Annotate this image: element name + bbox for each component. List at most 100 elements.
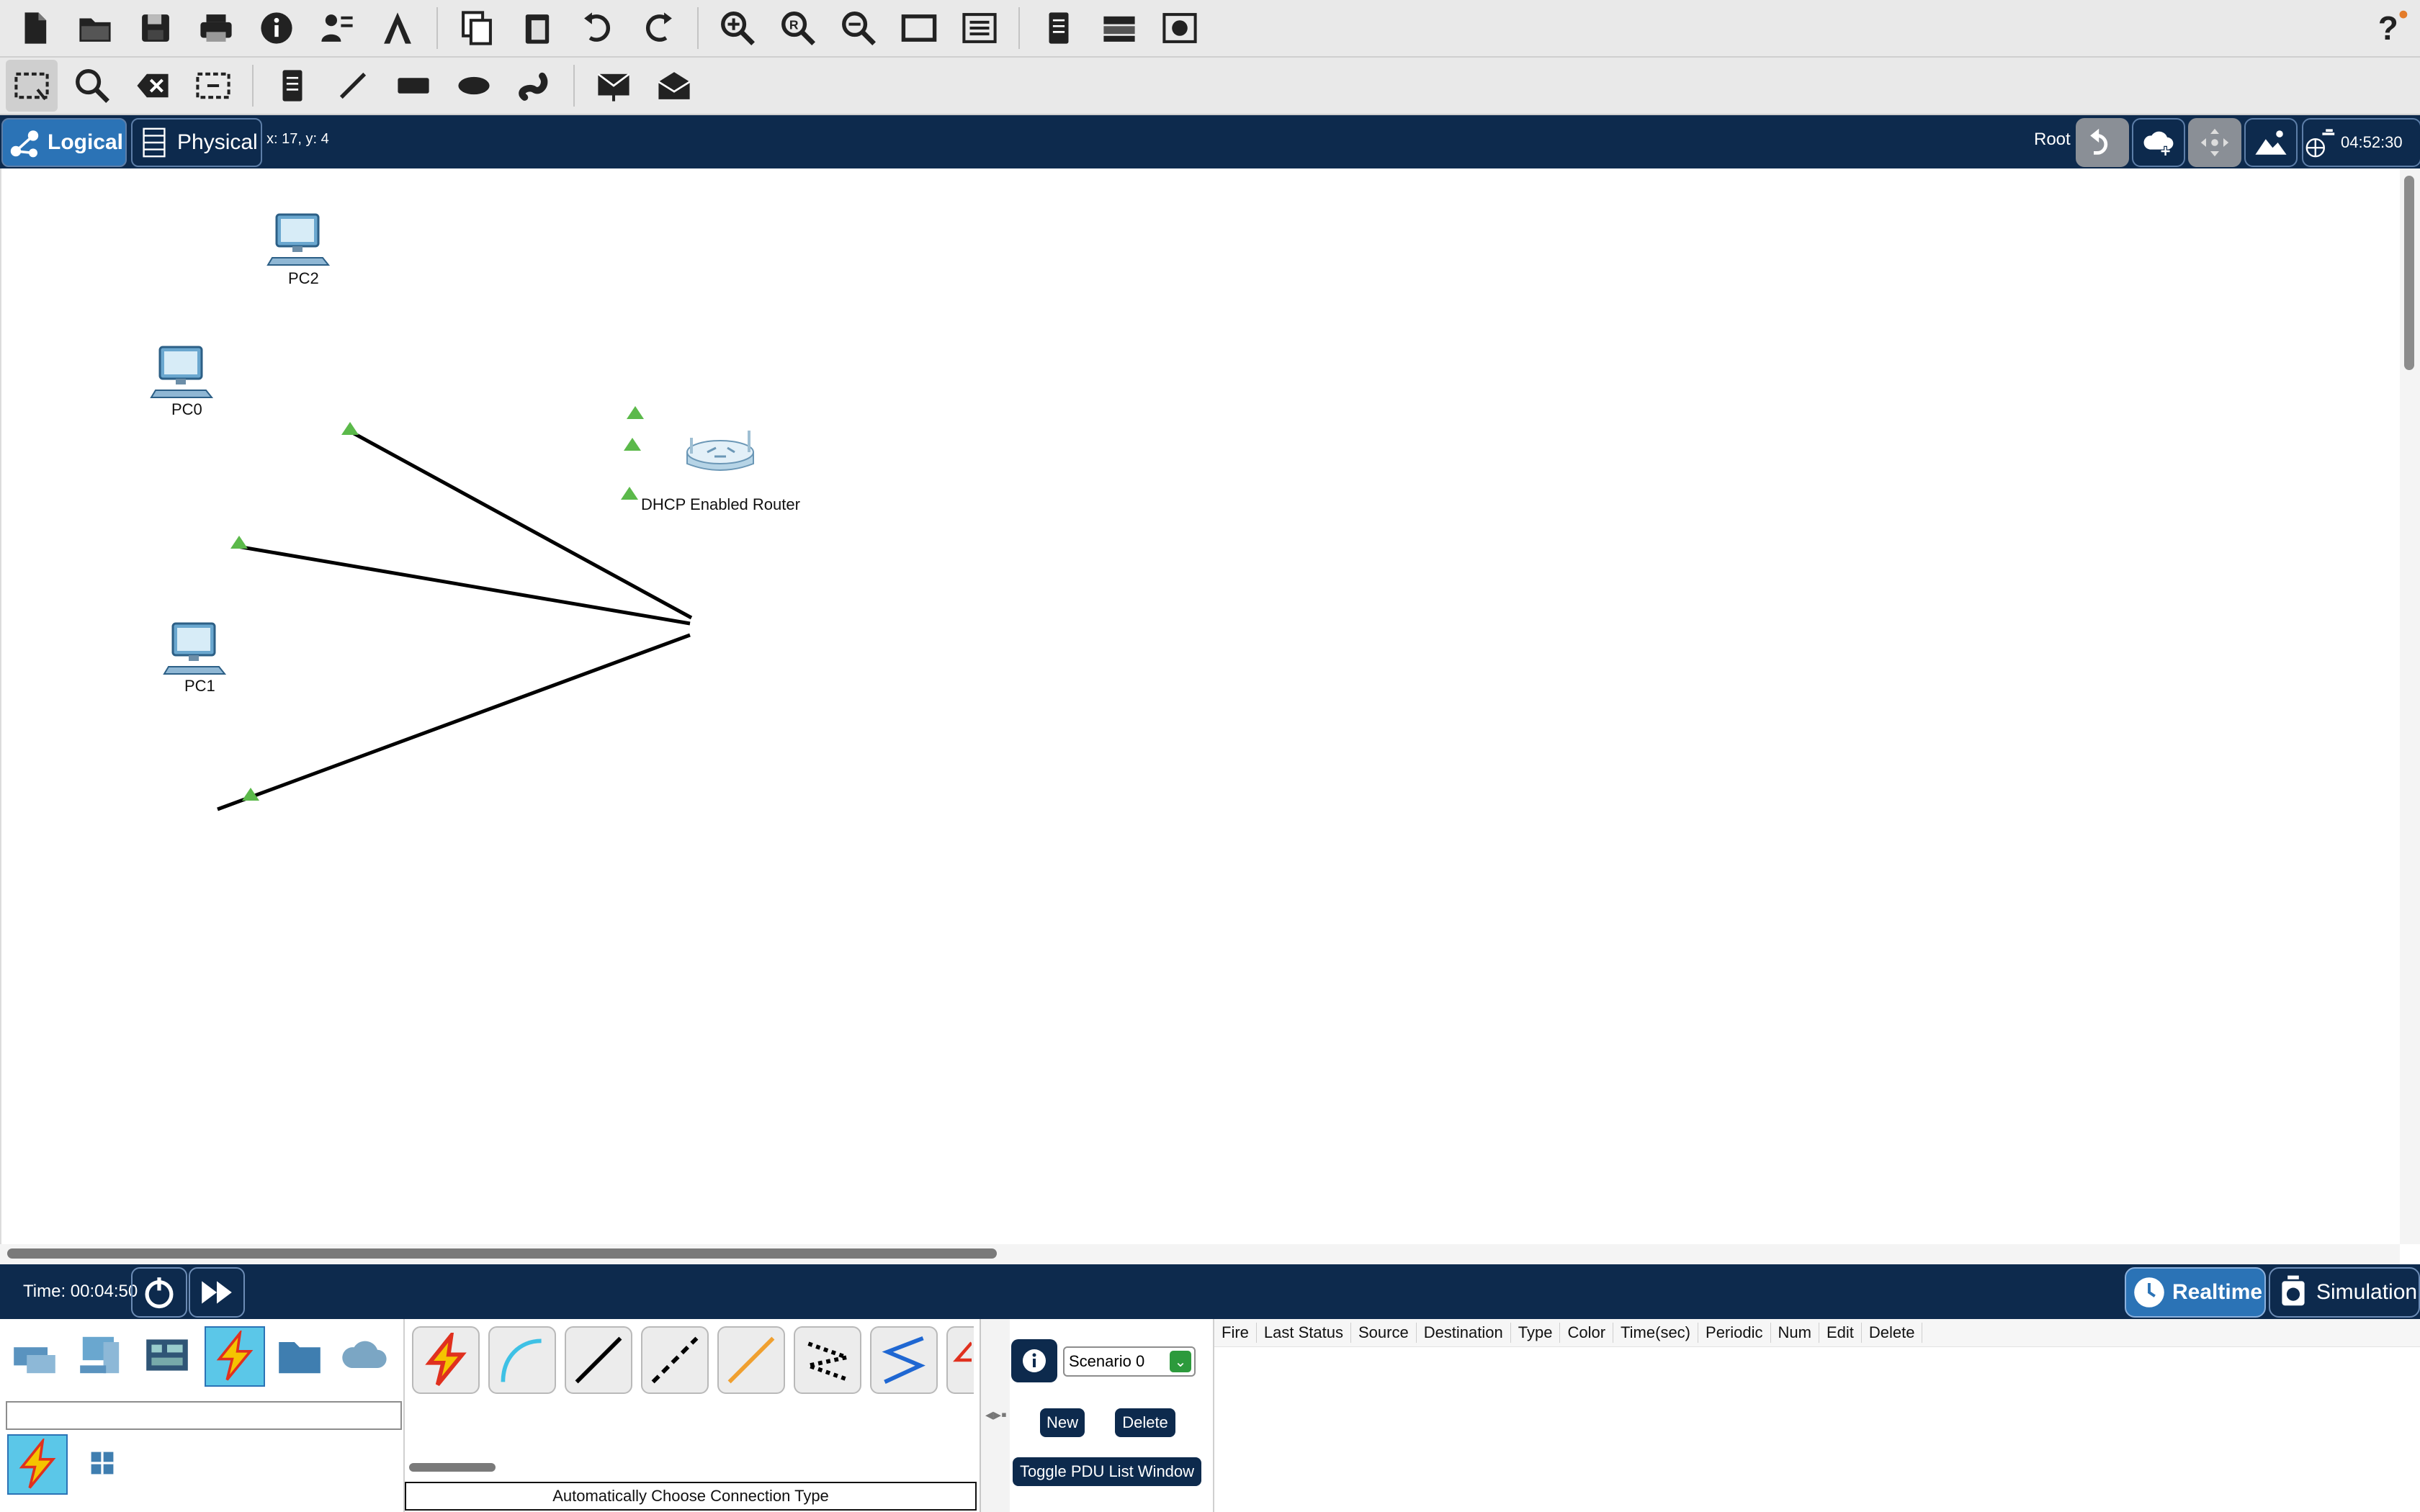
- redo-icon[interactable]: [632, 2, 684, 54]
- simulation-mode-button[interactable]: Simulation: [2269, 1267, 2420, 1318]
- new-file-icon[interactable]: [9, 2, 60, 54]
- pdu-column-periodic[interactable]: Periodic: [1698, 1323, 1771, 1343]
- router-device-icon[interactable]: [686, 431, 754, 471]
- link-pc0-router[interactable]: [233, 544, 691, 626]
- pc0-device-icon[interactable]: [150, 346, 214, 398]
- auto-connection-button[interactable]: [412, 1326, 480, 1394]
- delete-scenario-button[interactable]: Delete: [1115, 1408, 1175, 1437]
- new-cluster-button[interactable]: [2132, 118, 2185, 167]
- zoom-out-icon[interactable]: [833, 2, 884, 54]
- simulation-time: Time: 00:04:50: [23, 1282, 138, 1301]
- power-cycle-devices-button[interactable]: [131, 1267, 187, 1318]
- add-complex-pdu-icon[interactable]: [648, 60, 700, 112]
- pdu-column-delete[interactable]: Delete: [1862, 1323, 1923, 1343]
- drawing-palette-icon[interactable]: [893, 2, 945, 54]
- move-object-button[interactable]: [2188, 118, 2241, 167]
- custom-devices-dialog-icon[interactable]: [954, 2, 1005, 54]
- miscellaneous-category[interactable]: [271, 1326, 328, 1384]
- delete-icon[interactable]: [127, 60, 179, 112]
- pdu-column-last-status[interactable]: Last Status: [1257, 1323, 1351, 1343]
- paste-icon[interactable]: [511, 2, 563, 54]
- scenario-info-button[interactable]: [1011, 1339, 1057, 1382]
- select-icon[interactable]: [6, 60, 58, 112]
- copper-cross-over-button[interactable]: [641, 1326, 709, 1394]
- phone-cable-button[interactable]: [794, 1326, 861, 1394]
- link-pc1-router[interactable]: [217, 633, 691, 811]
- help-icon[interactable]: ?: [2364, 2, 2416, 54]
- connections-subcategory[interactable]: [7, 1434, 68, 1495]
- pdu-column-edit[interactable]: Edit: [1819, 1323, 1862, 1343]
- set-background-button[interactable]: [2244, 118, 2298, 167]
- physical-tab[interactable]: Physical: [131, 118, 262, 167]
- root-label: Root: [2034, 130, 2071, 149]
- viewport-clock[interactable]: 04:52:30: [2302, 118, 2420, 167]
- scenario-select[interactable]: Scenario 0 ⌄: [1063, 1346, 1196, 1377]
- pdu-column-type[interactable]: Type: [1511, 1323, 1561, 1343]
- resize-icon[interactable]: [187, 60, 239, 112]
- pdu-column-fire[interactable]: Fire: [1214, 1323, 1257, 1343]
- zoom-reset-icon[interactable]: R: [772, 2, 824, 54]
- fast-forward-button[interactable]: [189, 1267, 245, 1318]
- pdu-column-time[interactable]: Time(sec): [1613, 1323, 1699, 1343]
- image-icon[interactable]: [1154, 2, 1206, 54]
- add-simple-pdu-icon[interactable]: [588, 60, 640, 112]
- back-button[interactable]: [2076, 118, 2129, 167]
- toggle-pdu-list-button[interactable]: Toggle PDU List Window: [1013, 1457, 1201, 1486]
- horizontal-scroll-thumb[interactable]: [7, 1248, 997, 1259]
- undo-icon[interactable]: [572, 2, 624, 54]
- phone-cable-icon: [801, 1341, 854, 1382]
- chevron-down-icon: ⌄: [1170, 1351, 1191, 1372]
- cross-over-cable-icon: [651, 1336, 699, 1384]
- multiuser-connection-category[interactable]: [336, 1326, 393, 1384]
- vertical-scroll-thumb[interactable]: [2404, 176, 2414, 370]
- pc2-device-icon[interactable]: [266, 213, 331, 266]
- link-pc2-router[interactable]: [347, 428, 693, 620]
- console-cable-button[interactable]: [488, 1326, 556, 1394]
- custom-device-icon[interactable]: [372, 2, 424, 54]
- fiber-button[interactable]: [717, 1326, 785, 1394]
- coaxial-button[interactable]: [870, 1326, 938, 1394]
- end-devices-category[interactable]: [72, 1326, 130, 1384]
- panel-splitter[interactable]: ◂▸▪: [980, 1319, 1011, 1512]
- zoom-in-icon[interactable]: [712, 2, 763, 54]
- realtime-mode-button[interactable]: Realtime: [2125, 1267, 2266, 1318]
- logical-workspace[interactable]: PC2 PC0 PC1 DHCP Enabled Router: [0, 168, 2401, 1244]
- end-devices-icon: [80, 1336, 120, 1374]
- ellipse-icon[interactable]: [448, 60, 500, 112]
- print-icon[interactable]: [190, 2, 242, 54]
- activity-wizard-icon[interactable]: [311, 2, 363, 54]
- folder-icon: [279, 1342, 321, 1374]
- rack-icon[interactable]: [1093, 2, 1145, 54]
- connections-category[interactable]: [205, 1326, 265, 1387]
- connection-scrollbar[interactable]: [405, 1460, 974, 1475]
- pdu-column-source[interactable]: Source: [1351, 1323, 1417, 1343]
- info-icon[interactable]: [251, 2, 302, 54]
- power-cycle-icon: [145, 1277, 174, 1309]
- pdu-column-destination[interactable]: Destination: [1417, 1323, 1511, 1343]
- save-icon[interactable]: [130, 2, 182, 54]
- logical-tab[interactable]: Logical: [1, 118, 127, 167]
- open-folder-icon[interactable]: [69, 2, 121, 54]
- note-icon[interactable]: [266, 60, 318, 112]
- port-status-indicator: [621, 487, 638, 500]
- pc2-label: PC2: [288, 269, 319, 287]
- inspect-icon[interactable]: [66, 60, 118, 112]
- pc1-device-icon[interactable]: [163, 622, 227, 675]
- network-devices-category[interactable]: [6, 1326, 63, 1384]
- pdu-column-num[interactable]: Num: [1771, 1323, 1819, 1343]
- copy-icon[interactable]: [451, 2, 503, 54]
- physical-tab-label: Physical: [177, 130, 258, 154]
- list-icon[interactable]: [1033, 2, 1085, 54]
- port-status-indicator: [627, 406, 644, 419]
- copper-straight-through-button[interactable]: [565, 1326, 632, 1394]
- rectangle-icon[interactable]: [387, 60, 439, 112]
- pdu-column-color[interactable]: Color: [1560, 1323, 1614, 1343]
- connection-scroll-thumb[interactable]: [409, 1463, 496, 1472]
- serial-dce-button[interactable]: [946, 1326, 974, 1394]
- device-search-input[interactable]: [6, 1401, 402, 1430]
- line-icon[interactable]: [327, 60, 379, 112]
- components-category[interactable]: [138, 1326, 196, 1384]
- structured-cabling-subcategory[interactable]: [73, 1434, 131, 1492]
- new-scenario-button[interactable]: New: [1040, 1408, 1085, 1437]
- freeform-icon[interactable]: [508, 60, 560, 112]
